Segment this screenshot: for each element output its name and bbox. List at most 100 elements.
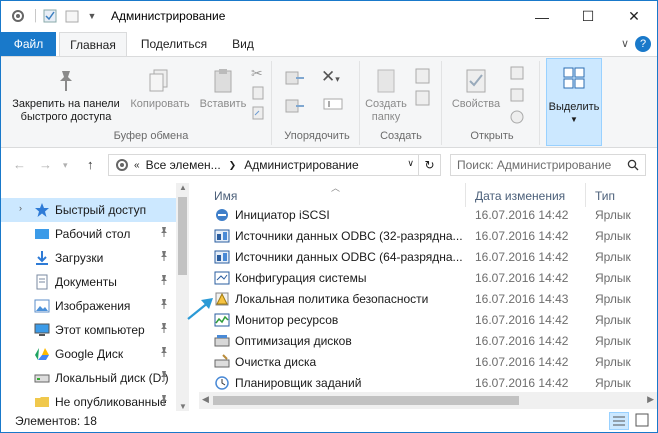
- delete-icon[interactable]: ✕▾: [321, 67, 340, 87]
- minimize-button[interactable]: —: [519, 1, 565, 32]
- file-row[interactable]: Источники данных ODBC (32-разрядна... 16.…: [199, 226, 657, 247]
- easy-access-icon[interactable]: [414, 89, 432, 110]
- group-clipboard-label: Буфер обмена: [113, 130, 189, 142]
- rename-icon[interactable]: [323, 97, 343, 114]
- pictures-icon: [34, 298, 50, 314]
- admin-tools-icon[interactable]: [9, 7, 27, 25]
- history-icon[interactable]: [509, 109, 525, 128]
- pin-to-quick-access-button[interactable]: Закрепить на панели быстрого доступа: [5, 67, 127, 124]
- details-view-icon[interactable]: [609, 412, 629, 430]
- tab-share[interactable]: Поделиться: [133, 32, 215, 56]
- explorer-window: │ ▼ Администрирование — ☐ ✕ Файл Главная…: [0, 0, 658, 433]
- breadcrumb-item[interactable]: Администрирование: [244, 158, 358, 172]
- copy-icon: [149, 69, 168, 92]
- recent-locations-icon[interactable]: ▾: [63, 160, 68, 171]
- copy-path-icon[interactable]: [251, 86, 265, 103]
- expand-chevron-icon[interactable]: ›: [19, 203, 22, 213]
- sidebar-item[interactable]: Google Диск: [1, 342, 176, 366]
- up-button[interactable]: ↑: [87, 157, 94, 172]
- file-type: Ярлык: [595, 292, 631, 306]
- file-list-hscrollbar[interactable]: ◀ ▶: [199, 392, 657, 409]
- tab-home[interactable]: Главная: [59, 32, 127, 57]
- pin-icon[interactable]: [159, 250, 169, 265]
- refresh-icon[interactable]: ↻: [418, 155, 440, 175]
- download-icon: [34, 250, 50, 266]
- sidebar-item[interactable]: Документы: [1, 270, 176, 294]
- sidebar-item[interactable]: Рабочий стол: [1, 222, 176, 246]
- file-row[interactable]: Оптимизация дисков 16.07.2016 14:42 Ярлык: [199, 331, 657, 352]
- file-row[interactable]: Конфигурация системы 16.07.2016 14:42 Ярлы…: [199, 268, 657, 289]
- column-divider[interactable]: [465, 183, 466, 207]
- copy-button[interactable]: Копировать: [127, 67, 193, 111]
- column-header-type[interactable]: Тип: [595, 189, 615, 203]
- pin-icon[interactable]: [159, 346, 169, 361]
- paste-shortcut-icon[interactable]: [251, 106, 265, 123]
- copy-label: Копировать: [130, 98, 190, 110]
- pin-icon[interactable]: [159, 298, 169, 313]
- open-icon[interactable]: [509, 65, 525, 84]
- file-row[interactable]: Локальная политика безопасности 16.07.201…: [199, 289, 657, 310]
- file-type: Ярлык: [595, 271, 631, 285]
- hscrollbar-thumb[interactable]: [213, 396, 519, 405]
- properties-button[interactable]: Свойства: [447, 67, 505, 111]
- defrag-icon: [214, 333, 230, 349]
- sidebar-item-label: Документы: [55, 275, 117, 289]
- pin-icon[interactable]: [159, 226, 169, 241]
- file-row[interactable]: Источники данных ODBC (64-разрядна... 16.…: [199, 247, 657, 268]
- breadcrumb-item[interactable]: Все элемен...: [146, 158, 221, 172]
- sidebar-item[interactable]: Загрузки: [1, 246, 176, 270]
- cut-icon[interactable]: ✂: [251, 65, 263, 82]
- breadcrumb-chevron-icon[interactable]: ❯: [229, 160, 237, 171]
- tab-view[interactable]: Вид: [221, 32, 265, 56]
- address-dropdown-icon[interactable]: ∨: [407, 158, 414, 169]
- large-icons-view-icon[interactable]: [633, 412, 653, 430]
- edit-icon[interactable]: [509, 87, 525, 106]
- search-input[interactable]: Поиск: Администрирование: [450, 154, 646, 176]
- system-config-icon: [214, 270, 230, 286]
- scroll-left-icon[interactable]: ◀: [202, 394, 209, 405]
- copy-to-icon[interactable]: [284, 97, 306, 118]
- move-to-icon[interactable]: [284, 69, 306, 90]
- ribbon-tabs: Файл Главная Поделиться Вид ∨ ?: [1, 32, 657, 57]
- forward-button[interactable]: →: [39, 157, 52, 172]
- file-name: Конфигурация системы: [235, 271, 367, 285]
- sidebar-item[interactable]: Локальный диск (D:): [1, 366, 176, 390]
- new-folder-qat-icon[interactable]: [63, 7, 81, 25]
- tab-file[interactable]: Файл: [1, 32, 56, 56]
- column-header-date[interactable]: Дата изменения: [475, 189, 565, 203]
- sidebar-item[interactable]: Этот компьютер: [1, 318, 176, 342]
- file-name: Источники данных ODBC (64-разрядна...: [235, 250, 463, 264]
- column-divider[interactable]: [585, 183, 586, 207]
- file-row[interactable]: Планировщик заданий 16.07.2016 14:42 Ярлык: [199, 373, 657, 394]
- back-button[interactable]: ←: [13, 157, 26, 172]
- file-row[interactable]: Монитор ресурсов 16.07.2016 14:42 Ярлык: [199, 310, 657, 331]
- file-list: ︿ Имя Дата изменения Тип Инициатор iSCSI…: [187, 183, 657, 411]
- close-button[interactable]: ✕: [611, 1, 657, 32]
- properties-qat-icon[interactable]: [41, 7, 59, 25]
- pin-icon[interactable]: [159, 322, 169, 337]
- help-button[interactable]: ?: [635, 36, 651, 52]
- search-icon: [627, 159, 639, 171]
- sidebar-item[interactable]: › Быстрый доступ: [1, 198, 176, 222]
- new-folder-button[interactable]: Создать папку: [361, 67, 411, 124]
- nav-scrollbar-thumb[interactable]: [178, 197, 187, 275]
- odbc-icon: [214, 228, 230, 244]
- select-button[interactable]: Выделить ▼: [546, 58, 602, 146]
- ribbon-expand-icon[interactable]: ∨: [621, 37, 629, 50]
- pin-icon[interactable]: [159, 394, 169, 409]
- scroll-up-icon[interactable]: ▲: [179, 183, 187, 192]
- file-row[interactable]: Очистка диска 16.07.2016 14:42 Ярлык: [199, 352, 657, 373]
- pin-icon[interactable]: [159, 274, 169, 289]
- sidebar-item[interactable]: Изображения: [1, 294, 176, 318]
- scroll-down-icon[interactable]: ▼: [179, 402, 187, 411]
- column-header-name[interactable]: Имя: [214, 189, 237, 203]
- file-row[interactable]: Инициатор iSCSI 16.07.2016 14:42 Ярлык: [199, 205, 657, 226]
- new-item-icon[interactable]: [414, 67, 432, 88]
- pin-icon[interactable]: [159, 370, 169, 385]
- file-type: Ярлык: [595, 313, 631, 327]
- scroll-right-icon[interactable]: ▶: [647, 394, 654, 405]
- address-bar[interactable]: « Все элемен... ❯ Администрирование ∨ ↻: [108, 154, 441, 176]
- qat-dropdown-icon[interactable]: ▼: [83, 7, 101, 25]
- maximize-button[interactable]: ☐: [565, 1, 611, 32]
- paste-button[interactable]: Вставить: [195, 67, 251, 111]
